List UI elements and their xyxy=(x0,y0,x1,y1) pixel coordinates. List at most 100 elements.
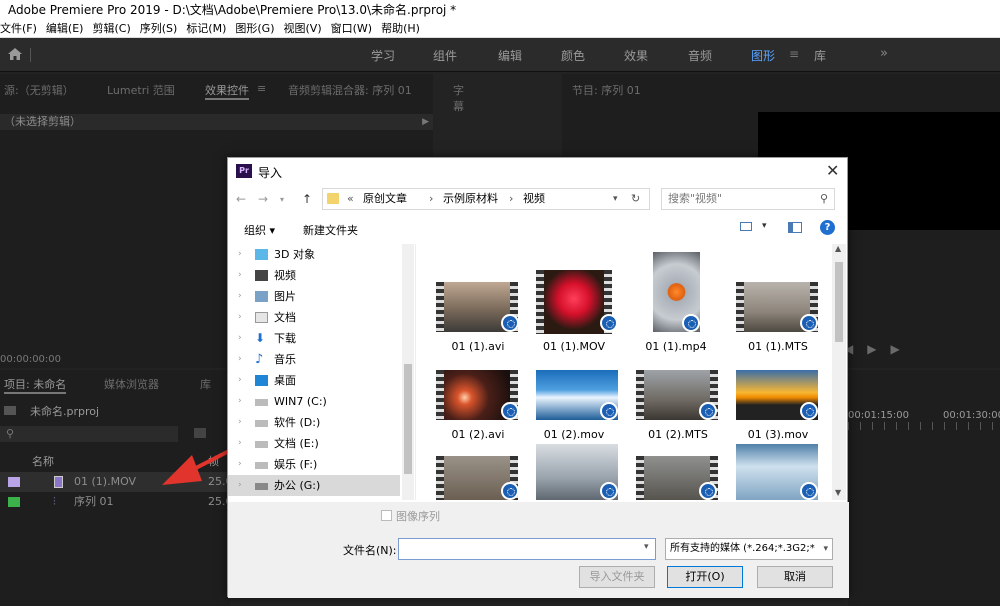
path-segment[interactable]: 原创文章 xyxy=(363,189,407,209)
nav-item-drive-g[interactable]: › 办公 (G:) xyxy=(228,475,400,496)
more-workspaces-icon[interactable]: » xyxy=(880,46,888,61)
project-file-name: 未命名.prproj xyxy=(30,405,100,418)
play-icon[interactable]: ▶ xyxy=(867,342,890,356)
home-icon[interactable] xyxy=(8,48,22,60)
workspace-graphics[interactable]: 图形 xyxy=(751,47,775,64)
media-badge-icon xyxy=(501,314,519,332)
nav-item-pictures[interactable]: › 图片 xyxy=(228,286,400,307)
workspace-libraries[interactable]: 库 xyxy=(814,47,826,64)
drive-icon xyxy=(255,462,268,469)
close-icon[interactable]: ✕ xyxy=(826,161,839,180)
chevron-down-icon: ▾ xyxy=(823,539,828,559)
cancel-button[interactable]: 取消 xyxy=(757,566,833,588)
workspace-assembly[interactable]: 组件 xyxy=(433,47,457,64)
nav-scrollbar[interactable] xyxy=(402,244,414,500)
workspace-color[interactable]: 颜色 xyxy=(561,47,585,64)
tab-libraries[interactable]: 库 xyxy=(200,376,211,392)
tab-project[interactable]: 项目: 未命名 xyxy=(4,376,67,394)
refresh-icon[interactable]: ↻ xyxy=(631,189,640,209)
nav-item-drive-f[interactable]: › 娱乐 (F:) xyxy=(228,454,400,475)
tab-lumetri-scopes[interactable]: Lumetri 范围 xyxy=(107,82,175,98)
search-input[interactable]: 搜索"视频" ⚲ xyxy=(661,188,835,210)
menu-file[interactable]: 文件(F) xyxy=(0,20,37,37)
nav-item-drive-d[interactable]: › 软件 (D:) xyxy=(228,412,400,433)
image-sequence-checkbox[interactable] xyxy=(381,510,392,521)
help-icon[interactable]: ? xyxy=(820,220,835,235)
workspace-audio[interactable]: 音频 xyxy=(688,47,712,64)
chevron-right-icon: › xyxy=(509,192,514,205)
nav-item-videos[interactable]: › 视频 xyxy=(228,265,400,286)
nav-item-drive-c[interactable]: › WIN7 (C:) xyxy=(228,391,400,412)
view-options-icon[interactable] xyxy=(740,222,752,231)
file-list: 01 (1).avi 01 (1).MOV 01 (1).mp4 01 (1).… xyxy=(418,244,848,500)
file-list-scrollbar[interactable]: ▲ ▼ xyxy=(832,244,846,500)
expand-right-icon[interactable]: ▶ xyxy=(422,114,429,130)
media-badge-icon xyxy=(600,402,618,420)
tab-program[interactable]: 节目: 序列 01 xyxy=(572,82,641,98)
media-badge-icon xyxy=(699,402,717,420)
path-segment[interactable]: 视频 xyxy=(523,189,545,209)
dialog-title-bar: Pr 导入 ✕ xyxy=(228,158,847,186)
drive-icon xyxy=(255,420,268,427)
open-button[interactable]: 打开(O) xyxy=(667,566,743,588)
tab-menu-icon[interactable]: ≡ xyxy=(257,82,266,95)
menu-markers[interactable]: 标记(M) xyxy=(186,20,226,37)
address-dropdown-icon[interactable]: ▾ xyxy=(613,189,618,209)
back-icon[interactable]: ← xyxy=(236,192,246,206)
tab-audio-mixer[interactable]: 音频剪辑混合器: 序列 01 xyxy=(288,82,412,98)
menu-bar: 文件(F) 编辑(E) 剪辑(C) 序列(S) 标记(M) 图形(G) 视图(V… xyxy=(0,20,1000,38)
tab-effect-controls[interactable]: 效果控件 xyxy=(205,82,249,100)
step-forward-icon[interactable]: ▶ xyxy=(890,342,913,356)
workspace-editing[interactable]: 编辑 xyxy=(498,47,522,64)
nav-item-drive-e[interactable]: › 文档 (E:) xyxy=(228,433,400,454)
nav-item-documents[interactable]: › 文档 xyxy=(228,307,400,328)
dialog-title: 导入 xyxy=(258,166,283,180)
view-dropdown-icon[interactable]: ▾ xyxy=(762,221,767,231)
filename-dropdown-icon[interactable]: ▾ xyxy=(644,542,649,552)
label-color-swatch[interactable] xyxy=(8,477,20,487)
up-icon[interactable]: ↑ xyxy=(302,192,312,206)
workspace-effects[interactable]: 效果 xyxy=(624,47,648,64)
drive-icon xyxy=(255,483,268,490)
menu-help[interactable]: 帮助(H) xyxy=(381,20,420,37)
project-item-row[interactable]: ⫶ 序列 01 25.0 xyxy=(0,492,233,512)
import-folder-button[interactable]: 导入文件夹 xyxy=(579,566,655,588)
nav-item-3d-objects[interactable]: › 3D 对象 xyxy=(228,244,400,265)
no-selection-text: （未选择剪辑） xyxy=(4,115,81,128)
forward-icon[interactable]: → xyxy=(258,192,268,206)
column-frame-rate[interactable]: 帧 xyxy=(208,454,219,470)
address-bar[interactable]: « 原创文章 › 示例原材料 › 视频 ▾ ↻ xyxy=(322,188,650,210)
videos-icon xyxy=(255,270,268,281)
overflow-icon[interactable]: « xyxy=(347,189,354,209)
path-segment[interactable]: 示例原材料 xyxy=(443,189,498,209)
filename-input[interactable] xyxy=(398,538,656,560)
tab-source[interactable]: 源:（无剪辑） xyxy=(4,82,74,98)
project-panel: 项目: 未命名 媒体浏览器 库 未命名.prproj ⚲ 名称 帧 01 (1)… xyxy=(0,370,233,606)
preview-pane-icon[interactable] xyxy=(788,222,802,233)
media-badge-icon xyxy=(682,314,700,332)
label-color-swatch[interactable] xyxy=(8,497,20,507)
organize-button[interactable]: 组织 ▾ xyxy=(244,222,275,238)
menu-view[interactable]: 视图(V) xyxy=(284,20,322,37)
menu-graphics[interactable]: 图形(G) xyxy=(235,20,274,37)
bin-icon[interactable] xyxy=(194,428,206,438)
workspace-menu-icon[interactable]: ≡ xyxy=(789,47,799,61)
menu-edit[interactable]: 编辑(E) xyxy=(46,20,84,37)
filename-label: 文件名(N): xyxy=(343,544,397,557)
tab-captions[interactable]: 字幕 xyxy=(453,82,464,114)
file-type-select[interactable]: 所有支持的媒体 (*.264;*.3G2;* ▾ xyxy=(665,538,833,560)
recent-dropdown-icon[interactable]: ▾ xyxy=(280,195,284,204)
timeline-ruler[interactable] xyxy=(848,422,1000,430)
new-folder-button[interactable]: 新建文件夹 xyxy=(303,222,358,238)
menu-window[interactable]: 窗口(W) xyxy=(331,20,372,37)
tab-media-browser[interactable]: 媒体浏览器 xyxy=(104,376,159,392)
nav-item-desktop[interactable]: › 桌面 xyxy=(228,370,400,391)
project-search-input[interactable]: ⚲ xyxy=(0,426,178,442)
workspace-learn[interactable]: 学习 xyxy=(371,47,395,64)
column-name[interactable]: 名称 xyxy=(32,454,54,470)
nav-item-music[interactable]: › ♪ 音乐 xyxy=(228,349,400,370)
nav-item-downloads[interactable]: › ⬇ 下载 xyxy=(228,328,400,349)
menu-clip[interactable]: 剪辑(C) xyxy=(92,20,130,37)
project-item-row[interactable]: 01 (1).MOV 25.0 xyxy=(0,472,233,492)
menu-sequence[interactable]: 序列(S) xyxy=(140,20,178,37)
